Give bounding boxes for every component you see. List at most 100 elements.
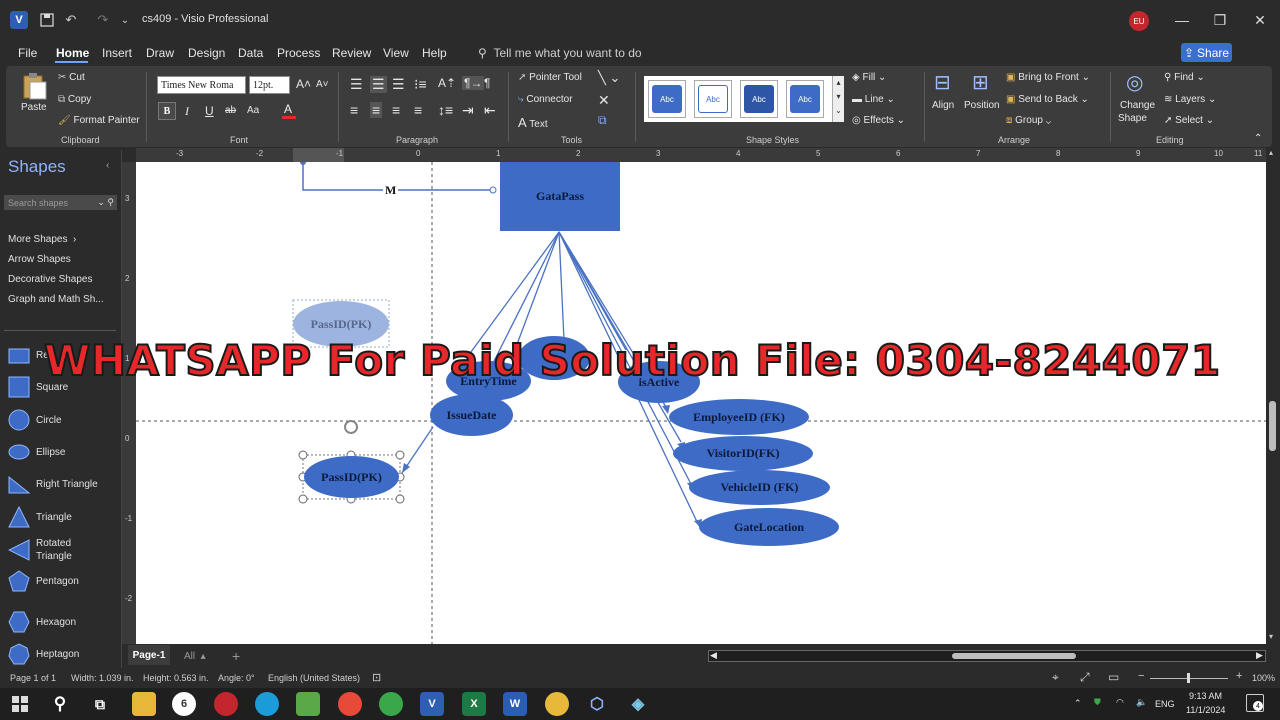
chrome-icon[interactable] (545, 692, 569, 716)
scroll-up-icon[interactable]: ▴ (1269, 148, 1277, 157)
format-painter-button[interactable]: 🖌 Format Painter (58, 115, 140, 126)
underline-button[interactable]: U (205, 104, 214, 118)
find-button[interactable]: ⚲ Find ⌄ (1164, 72, 1205, 83)
volume-icon[interactable]: 🔈 (1136, 697, 1147, 708)
stencil-decorative-shapes[interactable]: Decorative Shapes (8, 274, 93, 285)
tab-process[interactable]: Process (277, 46, 320, 60)
strikethrough-button[interactable]: ab (225, 105, 236, 116)
gallery-scroll[interactable]: ▴ ▾ ⌄ (832, 76, 844, 122)
style-tile[interactable]: Abc (786, 80, 824, 118)
scroll-down-icon[interactable]: ▾ (1269, 632, 1277, 641)
fit-page-icon[interactable]: ⤢ (1080, 670, 1090, 685)
rtl-icon[interactable]: ¶→ (462, 76, 485, 90)
word-icon[interactable]: W (503, 692, 527, 716)
font-color-button[interactable]: A (282, 102, 304, 120)
attribute-vehicleid[interactable]: VehicleID (FK) (689, 470, 830, 505)
close-icon[interactable]: ✕ (1250, 10, 1270, 30)
task-view-icon[interactable]: ⧉ (88, 692, 112, 716)
zoom-out-icon[interactable]: − (1138, 670, 1144, 682)
align-right-icon[interactable]: ≡ (392, 102, 400, 118)
align-left-icon[interactable]: ≡ (350, 102, 358, 118)
layers-button[interactable]: ≋ Layers ⌄ (1164, 94, 1216, 105)
attribute-issuedate[interactable]: IssueDate (430, 394, 513, 436)
windows-start-icon[interactable] (8, 692, 32, 716)
all-pages-tab[interactable]: All ▴ (184, 651, 206, 662)
minimize-icon[interactable]: — (1172, 10, 1192, 30)
drawing-canvas[interactable]: GataPass M PassID(PK) EntryTime Ex isAct… (136, 162, 1266, 644)
bold-button[interactable]: B (158, 102, 176, 120)
excel-icon[interactable]: X (462, 692, 486, 716)
position-button[interactable]: ⊞ Position (964, 70, 1002, 124)
grow-font-icon[interactable]: A˄ (296, 77, 311, 91)
attribute-gatelocation[interactable]: GateLocation (699, 508, 839, 546)
collapse-ribbon-icon[interactable]: ⌃ (1254, 133, 1262, 144)
tab-draw[interactable]: Draw (146, 46, 174, 60)
effects-button[interactable]: ◎ Effects ⌄ (852, 115, 905, 126)
edge-icon[interactable] (255, 692, 279, 716)
attribute-visitorid[interactable]: VisitorID(FK) (673, 436, 813, 471)
align-middle-icon[interactable]: ☰ (370, 76, 387, 93)
bring-to-front-button[interactable]: ▣ Bring to Front ⌄ (1006, 72, 1090, 83)
tab-data[interactable]: Data (238, 46, 263, 60)
shape-pentagon[interactable]: Pentagon (8, 570, 79, 592)
attribute-passid[interactable]: PassID(PK) (304, 456, 399, 498)
zoom-level[interactable]: 100% (1252, 673, 1275, 683)
file-explorer-icon[interactable] (132, 692, 156, 716)
change-case-button[interactable]: Aa (247, 105, 259, 116)
scroll-thumb[interactable] (1269, 401, 1276, 451)
collapse-panel-icon[interactable]: ‹ (106, 160, 109, 171)
scroll-right-icon[interactable]: ▶ (1256, 650, 1263, 661)
tab-home[interactable]: Home (56, 46, 89, 60)
indent-icon[interactable]: ⇥ (462, 102, 474, 119)
line-tool-icon[interactable]: ╲ ⌄ (598, 70, 620, 86)
share-button[interactable]: ⇪ Share (1181, 43, 1232, 62)
send-to-back-button[interactable]: ▣ Send to Back ⌄ (1006, 94, 1089, 105)
search-icon[interactable]: ⚲ (48, 692, 72, 716)
redo-icon[interactable]: ↷ (94, 11, 112, 29)
status-page[interactable]: Page 1 of 1 (10, 673, 56, 683)
save-icon[interactable] (38, 11, 56, 29)
select-button[interactable]: ➚ Select ⌄ (1164, 115, 1214, 126)
tab-help[interactable]: Help (422, 46, 447, 60)
security-icon[interactable]: ⛊ (1094, 697, 1101, 708)
clock-time[interactable]: 9:13 AM (1189, 691, 1222, 701)
align-center-icon[interactable]: ≡ (370, 102, 383, 118)
shape-circle[interactable]: Circle (8, 409, 62, 431)
restore-icon[interactable]: ❐ (1210, 10, 1230, 30)
language-indicator[interactable]: ENG (1155, 699, 1175, 709)
zoom-in-icon[interactable]: + (1236, 670, 1242, 682)
tab-review[interactable]: Review (332, 46, 371, 60)
align-button[interactable]: ⊟ Align (930, 70, 960, 124)
cut-button[interactable]: ✂ Cut (58, 72, 85, 83)
justify-icon[interactable]: ≡ (414, 102, 422, 118)
shape-rectangle[interactable]: Re (8, 344, 49, 366)
wifi-icon[interactable]: ◠ (1116, 697, 1124, 708)
align-bottom-icon[interactable]: ☰ (392, 76, 405, 93)
status-language[interactable]: English (United States) (268, 673, 360, 683)
text-grow-icon[interactable]: A⇡ (438, 76, 456, 90)
font-size-select[interactable]: 12pt. (249, 76, 290, 94)
app-icon[interactable]: ◈ (626, 692, 650, 716)
pan-zoom-icon[interactable]: ⌖ (1052, 670, 1059, 685)
group-button[interactable]: ⧈ Group ⌄ (1006, 115, 1051, 126)
image-viewer-icon[interactable] (296, 692, 320, 716)
zoom-slider-thumb[interactable] (1187, 673, 1190, 683)
tab-view[interactable]: View (383, 46, 409, 60)
shape-rotated-triangle[interactable]: Rotated Triangle (8, 537, 80, 563)
page-tab-1[interactable]: Page-1 (128, 645, 170, 665)
line-button[interactable]: ▬ Line ⌄ (852, 94, 895, 105)
undo-icon[interactable]: ↶ (62, 11, 80, 29)
text-block-icon[interactable]: ⧉ (598, 113, 607, 128)
more-shapes-link[interactable]: More Shapes › (8, 234, 76, 245)
style-tile[interactable]: Abc (648, 80, 686, 118)
horizontal-scroll-thumb[interactable] (952, 653, 1076, 659)
visio-taskbar-icon[interactable]: V (420, 692, 444, 716)
presentation-icon[interactable]: ▭ (1108, 670, 1119, 684)
italic-button[interactable]: I (185, 104, 189, 119)
font-family-select[interactable]: Times New Roma (157, 76, 246, 94)
vertical-scrollbar[interactable]: ▴ ▾ (1266, 148, 1280, 644)
tray-overflow-icon[interactable]: ⌃ (1074, 698, 1082, 709)
add-page-icon[interactable]: + (232, 648, 240, 664)
clock-date[interactable]: 11/1/2024 (1186, 705, 1225, 715)
align-top-icon[interactable]: ☰ (350, 76, 363, 93)
